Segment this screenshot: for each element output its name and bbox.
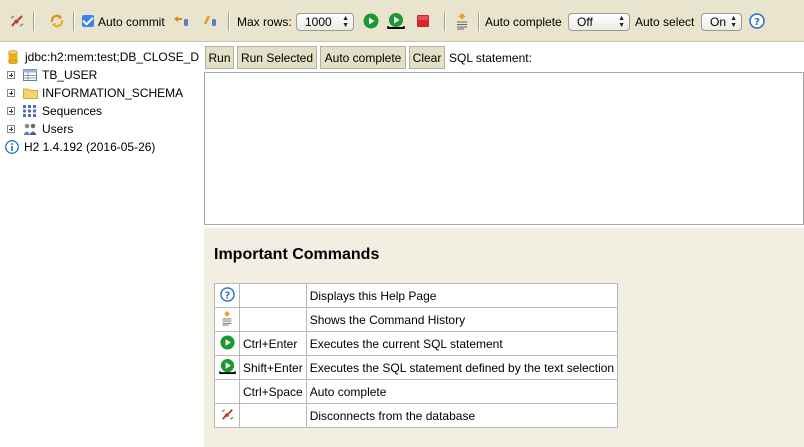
expand-icon[interactable] bbox=[7, 125, 15, 133]
auto-commit-checkbox[interactable] bbox=[82, 15, 94, 27]
table-row: Ctrl+Enter Executes the current SQL stat… bbox=[214, 331, 619, 356]
table-row: ? Displays this Help Page bbox=[214, 283, 619, 308]
tree-item-label: INFORMATION_SCHEMA bbox=[42, 86, 184, 100]
disconnect-icon[interactable] bbox=[220, 408, 235, 425]
tree-connection-label: jdbc:h2:mem:test;DB_CLOSE_D bbox=[25, 50, 200, 64]
help-key bbox=[239, 283, 307, 308]
run-selected-icon[interactable] bbox=[218, 358, 236, 378]
help-row-icon-cell bbox=[214, 307, 240, 332]
tree-item-information-schema[interactable]: INFORMATION_SCHEMA bbox=[0, 84, 183, 102]
clear-button[interactable]: Clear bbox=[409, 46, 445, 69]
disconnect-icon[interactable] bbox=[8, 12, 26, 30]
refresh-icon[interactable] bbox=[48, 12, 66, 30]
tree-item-users[interactable]: Users bbox=[0, 120, 73, 138]
sequence-icon bbox=[22, 104, 38, 118]
result-panel: Important Commands ? Displays this Help … bbox=[204, 228, 804, 447]
help-desc: Executes the SQL statement defined by th… bbox=[305, 355, 619, 380]
run-selected-button[interactable]: Run Selected bbox=[237, 46, 317, 69]
help-row-icon-cell bbox=[214, 355, 240, 380]
database-icon bbox=[5, 50, 21, 64]
sql-toolbar: Run Run Selected Auto complete Clear SQL… bbox=[204, 42, 804, 72]
table-icon bbox=[22, 68, 38, 82]
run-selected-icon[interactable] bbox=[387, 12, 405, 30]
select-arrows-icon: ▲ ▼ bbox=[730, 15, 737, 29]
help-icon[interactable]: ? bbox=[748, 12, 766, 30]
help-row-icon-cell bbox=[214, 403, 240, 428]
users-icon bbox=[22, 122, 38, 136]
rollback-icon[interactable] bbox=[172, 12, 190, 30]
help-desc: Displays this Help Page bbox=[305, 283, 619, 308]
tree-version: H2 1.4.192 (2016-05-26) bbox=[0, 138, 155, 156]
run-icon[interactable] bbox=[362, 12, 380, 30]
max-rows-value: 1000 bbox=[305, 15, 332, 29]
tree-item-label: TB_USER bbox=[42, 68, 98, 82]
run-button[interactable]: Run bbox=[205, 46, 234, 69]
help-row-icon-cell bbox=[214, 331, 240, 356]
auto-select-select[interactable]: On ▲ ▼ bbox=[701, 13, 742, 31]
history-icon[interactable] bbox=[220, 311, 234, 329]
max-rows-select[interactable]: 1000 ▲ ▼ bbox=[296, 13, 354, 31]
help-row-icon-cell bbox=[214, 379, 240, 404]
help-icon[interactable]: ? bbox=[219, 286, 235, 305]
tree-item-label: Sequences bbox=[42, 104, 103, 118]
auto-select-label: Auto select bbox=[635, 15, 695, 29]
help-row-icon-cell: ? bbox=[214, 283, 240, 308]
toolbar-separator bbox=[478, 12, 480, 31]
table-row: Shows the Command History bbox=[214, 307, 619, 332]
help-desc: Auto complete bbox=[305, 379, 619, 404]
toolbar-separator bbox=[444, 12, 446, 31]
select-arrows-icon: ▲ ▼ bbox=[618, 15, 625, 29]
help-title: Important Commands bbox=[214, 246, 380, 263]
info-icon bbox=[4, 140, 20, 154]
sql-statement-label: SQL statement: bbox=[449, 51, 532, 65]
toolbar-separator bbox=[33, 12, 35, 31]
tree-item-label: Users bbox=[42, 122, 74, 136]
toolbar-separator bbox=[228, 12, 230, 31]
help-key: Ctrl+Space bbox=[239, 379, 307, 404]
help-key: Ctrl+Enter bbox=[239, 331, 307, 356]
folder-icon bbox=[22, 86, 38, 100]
run-icon[interactable] bbox=[219, 334, 235, 353]
auto-complete-button[interactable]: Auto complete bbox=[320, 46, 406, 69]
table-row: Shift+Enter Executes the SQL statement d… bbox=[214, 355, 619, 380]
auto-complete-label: Auto complete bbox=[485, 15, 562, 29]
object-tree: jdbc:h2:mem:test;DB_CLOSE_D TB_USER INFO… bbox=[0, 42, 203, 447]
help-desc: Executes the current SQL statement bbox=[305, 331, 619, 356]
tree-item-tb-user[interactable]: TB_USER bbox=[0, 66, 97, 84]
help-key bbox=[239, 307, 307, 332]
auto-select-value: On bbox=[710, 15, 727, 29]
help-key: Shift+Enter bbox=[239, 355, 307, 380]
help-desc: Shows the Command History bbox=[305, 307, 619, 332]
commit-icon[interactable] bbox=[202, 12, 220, 30]
table-row: Disconnects from the database bbox=[214, 403, 619, 428]
max-rows-label: Max rows: bbox=[237, 15, 292, 29]
help-desc: Disconnects from the database bbox=[305, 403, 619, 428]
select-arrows-icon: ▲ ▼ bbox=[342, 15, 349, 29]
stop-icon[interactable] bbox=[414, 12, 432, 30]
history-icon[interactable] bbox=[453, 12, 471, 30]
svg-text:?: ? bbox=[224, 290, 229, 301]
tree-connection[interactable]: jdbc:h2:mem:test;DB_CLOSE_D bbox=[0, 48, 199, 66]
table-row: Ctrl+Space Auto complete bbox=[214, 379, 619, 404]
auto-complete-value: Off bbox=[577, 15, 593, 29]
expand-icon[interactable] bbox=[7, 107, 15, 115]
auto-commit-label: Auto commit bbox=[98, 15, 165, 29]
help-key bbox=[239, 403, 307, 428]
tree-item-sequences[interactable]: Sequences bbox=[0, 102, 102, 120]
svg-text:?: ? bbox=[754, 17, 760, 28]
expand-icon[interactable] bbox=[7, 89, 15, 97]
auto-complete-select[interactable]: Off ▲ ▼ bbox=[568, 13, 630, 31]
expand-icon[interactable] bbox=[7, 71, 15, 79]
toolbar-separator bbox=[73, 12, 75, 31]
toolbar: Auto commit Max rows: 1000 ▲ ▼ Auto compl… bbox=[0, 0, 804, 42]
tree-version-label: H2 1.4.192 (2016-05-26) bbox=[24, 140, 156, 154]
sql-input[interactable] bbox=[204, 72, 804, 225]
help-table: ? Displays this Help Page Shows the Comm… bbox=[214, 283, 619, 428]
